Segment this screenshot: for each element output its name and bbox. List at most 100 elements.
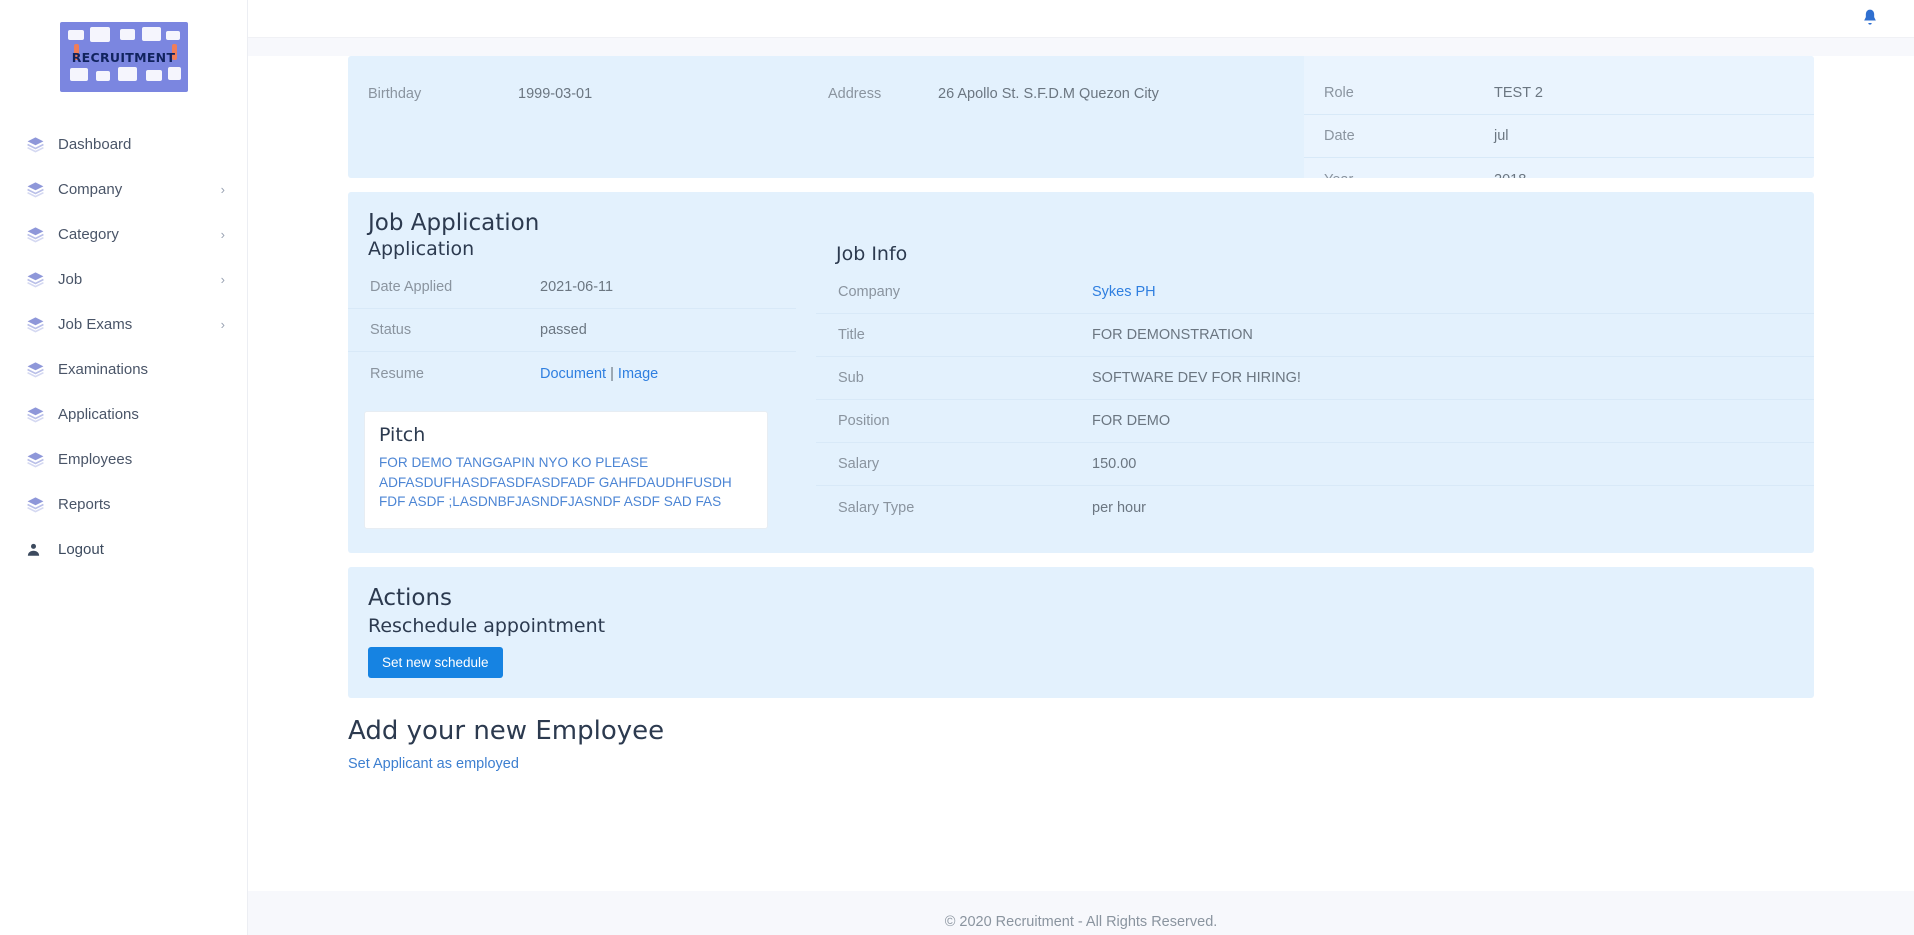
sidebar-item-employees[interactable]: Employees <box>0 441 247 477</box>
logo-decoration <box>117 67 137 81</box>
sidebar-item-company[interactable]: Company › <box>0 171 247 207</box>
sidebar-item-label: Employees <box>58 450 133 468</box>
field-value: 2018 <box>1494 172 1526 179</box>
field-value: jul <box>1494 128 1509 144</box>
sidebar-item-label: Job Exams <box>58 315 133 333</box>
job-info-column: Job Info Company Sykes PH Title FOR DEMO… <box>796 210 1814 529</box>
layers-icon <box>26 450 48 469</box>
sidebar-item-label: Logout <box>58 540 104 558</box>
footer-text: © 2020 Recruitment - All Rights Reserved… <box>944 914 1218 930</box>
sidebar: RECRUITMENT Dashboard Company › Category… <box>0 0 248 935</box>
field-label: Salary Type <box>838 499 915 516</box>
application-column: Job Application Application Date Applied… <box>348 210 796 530</box>
field-label: Birthday <box>368 85 422 102</box>
field-label: Resume <box>370 365 424 382</box>
field-label: Salary <box>838 456 880 472</box>
logo-decoration <box>119 29 135 40</box>
job-info-row-salary: Salary 150.00 <box>816 443 1814 486</box>
layers-icon <box>26 270 48 289</box>
profile-row-role: Role TEST 2 <box>1304 72 1814 115</box>
layers-icon <box>26 495 48 514</box>
application-heading: Application <box>368 238 475 260</box>
brand-logo-text: RECRUITMENT <box>71 49 176 65</box>
main-content: Birthday 1999-03-01 Address 26 Apollo St… <box>248 0 1914 935</box>
chevron-right-icon: › <box>220 316 225 332</box>
field-label: Year <box>1324 172 1494 179</box>
field-value: 2021-06-11 <box>540 279 614 295</box>
company-link[interactable]: Sykes PH <box>1092 284 1156 300</box>
layers-icon <box>26 315 48 334</box>
sidebar-item-job-exams[interactable]: Job Exams › <box>0 306 247 342</box>
status-badge: passed <box>540 322 587 338</box>
sidebar-item-label: Applications <box>58 405 139 423</box>
job-info-row-salary-type: Salary Type per hour <box>816 486 1814 529</box>
logo-decoration <box>167 67 181 80</box>
logo-decoration <box>145 70 162 81</box>
chevron-right-icon: › <box>220 181 225 197</box>
resume-links: Document | Image <box>540 366 658 382</box>
add-employee-title: Add your new Employee <box>348 716 665 747</box>
sidebar-item-label: Reports <box>58 495 111 513</box>
sidebar-item-label: Company <box>58 180 123 198</box>
pitch-heading: Pitch <box>379 424 426 446</box>
field-label: Company <box>838 284 901 300</box>
resume-image-link[interactable]: Image <box>618 366 658 382</box>
application-row-resume: Resume Document | Image <box>348 352 796 395</box>
logo-decoration <box>67 30 84 40</box>
field-label: Position <box>838 413 890 429</box>
chevron-right-icon: › <box>220 226 225 242</box>
job-info-row-company: Company Sykes PH <box>816 271 1814 314</box>
sidebar-item-applications[interactable]: Applications <box>0 396 247 432</box>
field-value: 1999-03-01 <box>518 85 593 102</box>
field-value: per hour <box>1092 499 1147 516</box>
field-value: FOR DEMO <box>1092 413 1171 429</box>
sidebar-nav: Dashboard Company › Category › Job › Job… <box>0 126 247 567</box>
field-label: Date <box>1324 128 1355 144</box>
app-root: RECRUITMENT Dashboard Company › Category… <box>0 0 1914 935</box>
logo-decoration <box>141 27 161 41</box>
sidebar-item-job[interactable]: Job › <box>0 261 247 297</box>
brand-logo[interactable]: RECRUITMENT <box>59 22 188 92</box>
profile-meta-info: Role TEST 2 Date jul Year 2018 <box>1304 56 1814 178</box>
layers-icon <box>26 225 48 244</box>
set-new-schedule-button[interactable]: Set new schedule <box>368 647 503 679</box>
sidebar-item-label: Dashboard <box>58 135 132 153</box>
sidebar-item-examinations[interactable]: Examinations <box>0 351 247 387</box>
sidebar-item-dashboard[interactable]: Dashboard <box>0 126 247 162</box>
pitch-box: Pitch FOR DEMO TANGGAPIN NYO KO PLEASE A… <box>364 411 768 530</box>
sidebar-item-reports[interactable]: Reports <box>0 486 247 522</box>
reschedule-label: Reschedule appointment <box>368 615 606 638</box>
field-label: Address <box>828 85 882 102</box>
sidebar-item-label: Job <box>58 270 83 288</box>
profile-row-year: Year 2018 <box>1304 158 1814 179</box>
bell-icon[interactable] <box>1860 8 1882 30</box>
job-info-row-position: Position FOR DEMO <box>816 400 1814 443</box>
actions-title: Actions <box>368 585 453 612</box>
sidebar-item-label: Examinations <box>58 360 149 378</box>
page-title: Job Application <box>368 210 540 236</box>
layers-icon <box>26 135 48 154</box>
profile-columns: Birthday 1999-03-01 Address 26 Apollo St… <box>348 72 1304 115</box>
sidebar-item-label: Category <box>58 225 119 243</box>
user-icon <box>26 542 48 557</box>
resume-document-link[interactable]: Document <box>540 366 606 382</box>
field-label: Title <box>838 327 865 343</box>
add-employee-section: Add your new Employee Set Applicant as e… <box>348 698 1814 797</box>
job-application-card: Job Application Application Date Applied… <box>348 192 1814 554</box>
set-applicant-as-employed-link[interactable]: Set Applicant as employed <box>348 756 519 772</box>
profile-basic-info: Birthday 1999-03-01 Address 26 Apollo St… <box>348 56 1304 178</box>
field-label: Role <box>1324 85 1354 101</box>
content-inner: Birthday 1999-03-01 Address 26 Apollo St… <box>266 56 1896 797</box>
field-label: Sub <box>838 370 864 386</box>
logo-decoration <box>69 68 88 81</box>
field-value: TEST 2 <box>1494 85 1543 101</box>
profile-row-date: Date jul <box>1304 115 1814 158</box>
field-value: FOR DEMONSTRATION <box>1092 327 1253 343</box>
application-row-status: Status passed <box>348 309 796 352</box>
sidebar-item-logout[interactable]: Logout <box>0 531 247 567</box>
job-info-heading: Job Info <box>836 243 908 265</box>
logo-decoration <box>95 71 110 81</box>
profile-row-address: Address 26 Apollo St. S.F.D.M Quezon Cit… <box>828 72 1304 115</box>
job-application-columns: Job Application Application Date Applied… <box>348 210 1814 530</box>
sidebar-item-category[interactable]: Category › <box>0 216 247 252</box>
